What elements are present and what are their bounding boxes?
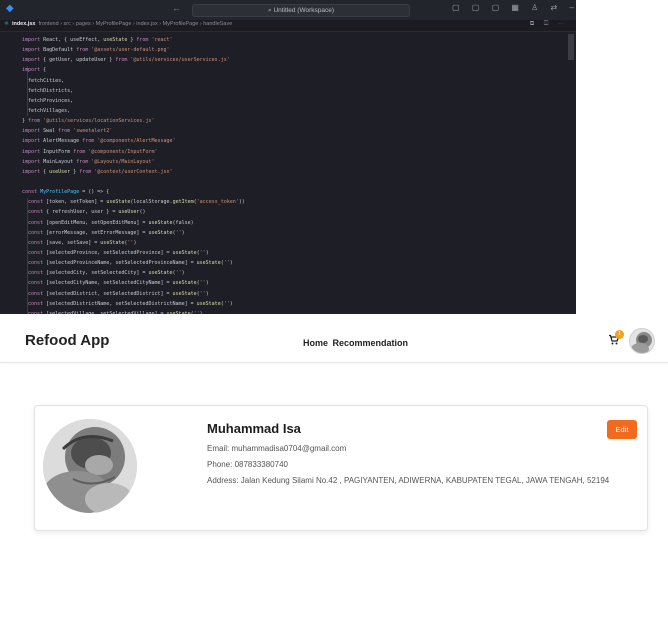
profile-photo-image — [43, 419, 137, 513]
code-line: const [openEditMenu, setOpenEditMenu] = … — [28, 219, 194, 226]
nav-links: Home Recommendation — [303, 338, 410, 348]
code-line: fetchVillages, — [22, 107, 71, 114]
code-line: import { — [22, 67, 47, 74]
code-line: fetchDistricts, — [22, 87, 74, 94]
profile-phone: Phone: 087833380740 — [207, 460, 288, 469]
profile-photo — [43, 419, 137, 513]
code-line: const [save, setSave] = useState('') — [28, 239, 137, 246]
editor-actions[interactable]: ⧉ ◫ ⋯ — [530, 21, 568, 28]
avatar[interactable] — [629, 328, 655, 354]
code-area[interactable]: import React, { useEffect, useState } fr… — [22, 35, 566, 314]
cart-count-badge: 1 — [615, 330, 624, 339]
code-line: import MainLayout from '@Layouts/MainLay… — [22, 158, 155, 165]
code-line: import AlertMessage from '@components/Al… — [22, 138, 176, 145]
code-line: const { refreshUser, user } = useUser() — [28, 209, 146, 216]
code-line: const [selectedDistrictName, setSelected… — [28, 300, 233, 307]
vscode-logo-icon: ◆ — [6, 3, 14, 14]
edit-button[interactable]: Edit — [607, 420, 637, 439]
code-line: import React, { useEffect, useState } fr… — [22, 37, 173, 43]
code-line: fetchCities, — [22, 77, 65, 84]
profile-address: Address: Jalan Kedung Silami No.42 , PAG… — [207, 476, 610, 485]
nav-home-link[interactable]: Home — [303, 338, 328, 348]
code-line: const [selectedCity, setSelectedCity] = … — [28, 270, 185, 277]
code-line: const [selectedProvinceName, setSelected… — [28, 260, 233, 267]
code-line: fetchProvinces, — [22, 97, 74, 104]
code-line: import { useUser } from '@context/userCo… — [22, 168, 173, 175]
code-line: const [selectedCityName, setSelectedCity… — [28, 280, 209, 287]
profile-name: Muhammad Isa — [207, 421, 301, 436]
window-controls[interactable]: ▢ ▢ ▢ ▦ ♙ ⇄ – ▢ ✕ — [452, 3, 576, 12]
code-line: import { getUser, updateUser } from '@ut… — [22, 57, 230, 64]
refood-app: Refood App Home Recommendation 1 Muhamma… — [0, 314, 668, 623]
code-line: import Swal from 'sweetalert2' — [22, 128, 113, 135]
code-line: import BagDefault from '@assets/user-def… — [22, 47, 170, 54]
tab-file-name: index.jsx — [11, 21, 36, 27]
code-line: const [errorMessage, setErrorMessage] = … — [28, 229, 185, 236]
profile-email: Email: muhammadisa0704@gmail.com — [207, 444, 347, 453]
avatar-image — [630, 329, 654, 353]
editor-titlebar: ◆ ← → ⌕ Untitled (Workspace) ▢ ▢ ▢ ▦ ♙ ⇄… — [0, 0, 576, 20]
command-center-label: Untitled (Workspace) — [273, 7, 335, 14]
code-line: const MyProfilePage = () => { — [22, 189, 110, 196]
tab-index-jsx[interactable]: ⚛ index.jsx frontend › src › pages › MyPro… — [4, 21, 232, 27]
breadcrumb[interactable]: frontend › src › pages › MyProfilePage ›… — [38, 21, 232, 27]
code-line: const [token, setToken] = useState(local… — [28, 199, 245, 206]
code-line: import InputForm from '@components/Input… — [22, 148, 158, 155]
react-file-icon: ⚛ — [4, 21, 9, 27]
code-line: const [selectedProvince, setSelectedProv… — [28, 249, 209, 256]
app-brand[interactable]: Refood App — [25, 332, 109, 349]
navbar: Refood App Home Recommendation 1 — [0, 314, 668, 363]
code-editor-window: ◆ ← → ⌕ Untitled (Workspace) ▢ ▢ ▢ ▦ ♙ ⇄… — [0, 0, 576, 314]
command-center-search[interactable]: ⌕ Untitled (Workspace) — [192, 4, 410, 17]
code-line: } from '@utils/services/locationServices… — [22, 118, 155, 125]
editor-scrollbar[interactable] — [568, 34, 574, 60]
editor-tab-bar: ⚛ index.jsx frontend › src › pages › MyPro… — [0, 20, 576, 32]
code-line: const [selectedDistrict, setSelectedDist… — [28, 290, 209, 297]
profile-card: Muhammad Isa Email: muhammadisa0704@gmai… — [34, 405, 648, 531]
nav-recommendation-link[interactable]: Recommendation — [333, 338, 409, 348]
